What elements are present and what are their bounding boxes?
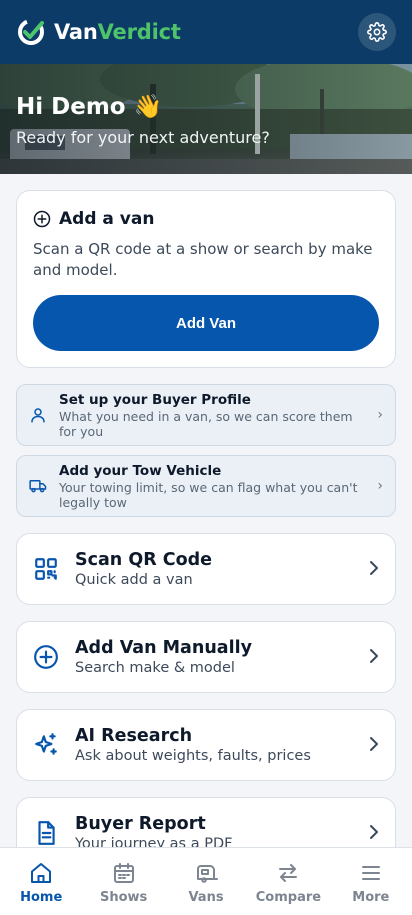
action-subtitle: Ask about weights, faults, prices [75, 748, 311, 764]
chevron-right-icon [370, 825, 378, 839]
bottom-nav: Home Shows Vans Compare More [0, 847, 412, 915]
brand-name: VanVerdict [54, 20, 181, 44]
action-text: Buyer Report Your journey as a PDF [75, 814, 232, 847]
person-icon [31, 408, 45, 423]
gear-icon [367, 22, 387, 42]
chevron-right-icon [370, 561, 378, 575]
action-title: Add Van Manually [75, 638, 252, 658]
nav-label: Vans [188, 890, 224, 905]
setup-buyer-profile-text: Set up your Buyer Profile What you need … [59, 392, 359, 439]
nav-item-vans[interactable]: Vans [165, 848, 247, 915]
compare-arrows-icon [279, 864, 298, 882]
setup-buyer-profile[interactable]: Set up your Buyer Profile What you need … [16, 384, 396, 446]
plus-circle-icon [33, 210, 51, 228]
add-van-manually-card[interactable]: Add Van Manually Search make & model [16, 621, 396, 693]
action-text: Add Van Manually Search make & model [75, 638, 252, 676]
plus-circle-icon [34, 645, 58, 669]
action-subtitle: Search make & model [75, 660, 235, 676]
nav-item-compare[interactable]: Compare [247, 848, 329, 915]
action-subtitle: Your journey as a PDF [75, 836, 233, 847]
menu-icon [361, 866, 380, 880]
action-text: Scan QR Code Quick add a van [75, 550, 212, 588]
home-icon [31, 863, 52, 883]
nav-item-shows[interactable]: Shows [82, 848, 164, 915]
setup-item-subtitle: What you need in a van, so we can score … [59, 408, 353, 439]
nav-label: Shows [99, 890, 148, 905]
chevron-right-icon [370, 737, 378, 751]
logo-icon [18, 19, 44, 45]
ai-research-card[interactable]: AI Research Ask about weights, faults, p… [16, 709, 396, 781]
home-content[interactable]: Add a van Scan a QR code at a show or se… [0, 174, 412, 847]
nav-item-more[interactable]: More [330, 848, 412, 915]
setup-tow-vehicle-text: Add your Tow Vehicle Your towing limit, … [59, 463, 359, 510]
logo: VanVerdict [16, 17, 181, 47]
buyer-report-card[interactable]: Buyer Report Your journey as a PDF [16, 797, 396, 847]
nav-label: Home [20, 890, 63, 905]
qr-code-icon [35, 558, 57, 580]
setup-item-title: Add your Tow Vehicle [59, 462, 222, 479]
app-header: VanVerdict [0, 0, 412, 64]
greeting-title: Hi Demo 👋 [16, 94, 163, 120]
setup-item-title: Set up your Buyer Profile [59, 391, 251, 408]
chevron-right-icon: › [377, 407, 383, 423]
setup-tow-vehicle[interactable]: Add your Tow Vehicle Your towing limit, … [16, 455, 396, 517]
nav-item-home[interactable]: Home [0, 848, 82, 915]
action-title: Buyer Report [75, 814, 206, 834]
caravan-icon [197, 865, 219, 883]
add-van-button[interactable]: Add Van [33, 295, 379, 351]
nav-label: More [352, 890, 390, 905]
hero-banner: Hi Demo 👋 Ready for your next adventure? [0, 64, 412, 174]
action-subtitle: Quick add a van [75, 572, 193, 588]
truck-icon [29, 480, 47, 493]
greeting-subtitle: Ready for your next adventure? [16, 128, 270, 147]
add-van-card-description: Scan a QR code at a show or search by ma… [33, 240, 373, 279]
chevron-right-icon: › [377, 478, 383, 494]
document-icon [38, 821, 55, 845]
sparkles-icon [35, 733, 57, 755]
settings-button[interactable] [358, 13, 396, 51]
add-van-card-title: Add a van [59, 209, 155, 229]
add-van-card-header: Add a van [33, 209, 379, 229]
calendar-icon [113, 863, 134, 883]
scan-qr-code-card[interactable]: Scan QR Code Quick add a van [16, 533, 396, 605]
nav-label: Compare [255, 890, 322, 905]
brand-name-part1: Van [54, 20, 98, 44]
chevron-right-icon [370, 649, 378, 663]
setup-item-subtitle: Your towing limit, so we can flag what y… [59, 479, 358, 510]
add-van-card: Add a van Scan a QR code at a show or se… [16, 190, 396, 368]
brand-name-part2: Verdict [97, 20, 181, 44]
action-title: AI Research [75, 726, 193, 746]
action-text: AI Research Ask about weights, faults, p… [75, 726, 311, 764]
action-title: Scan QR Code [75, 550, 213, 570]
